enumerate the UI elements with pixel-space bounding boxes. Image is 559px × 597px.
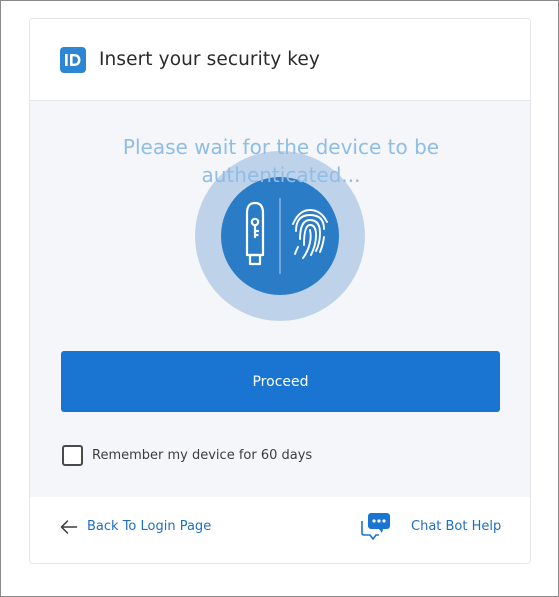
card-body: Please wait for the device to be authent… <box>30 101 530 497</box>
proceed-button[interactable]: Proceed <box>61 351 500 412</box>
page-title: Insert your security key <box>99 49 320 70</box>
wait-message: Please wait for the device to be authent… <box>122 135 440 187</box>
remember-device-row[interactable]: Remember my device for 60 days <box>62 445 312 466</box>
arrow-left-icon <box>60 519 78 534</box>
device-circle <box>221 177 339 295</box>
chat-link-label[interactable]: Chat Bot Help <box>411 519 501 534</box>
chat-bubble-icon <box>361 513 390 540</box>
back-link-label[interactable]: Back To Login Page <box>87 519 211 534</box>
remember-device-checkbox[interactable] <box>62 445 83 466</box>
usb-key-icon <box>245 201 265 266</box>
security-key-card: Insert your security key Please wait for… <box>29 18 531 564</box>
card-header: Insert your security key <box>30 19 530 101</box>
remember-device-label[interactable]: Remember my device for 60 days <box>92 448 312 463</box>
id-logo-icon <box>60 46 86 73</box>
chat-bot-help-link[interactable]: Chat Bot Help <box>360 511 501 542</box>
card-footer: Back To Login Page Chat Bot Help <box>30 497 530 563</box>
fingerprint-icon <box>292 209 328 259</box>
back-to-login-link[interactable]: Back To Login Page <box>60 519 211 534</box>
